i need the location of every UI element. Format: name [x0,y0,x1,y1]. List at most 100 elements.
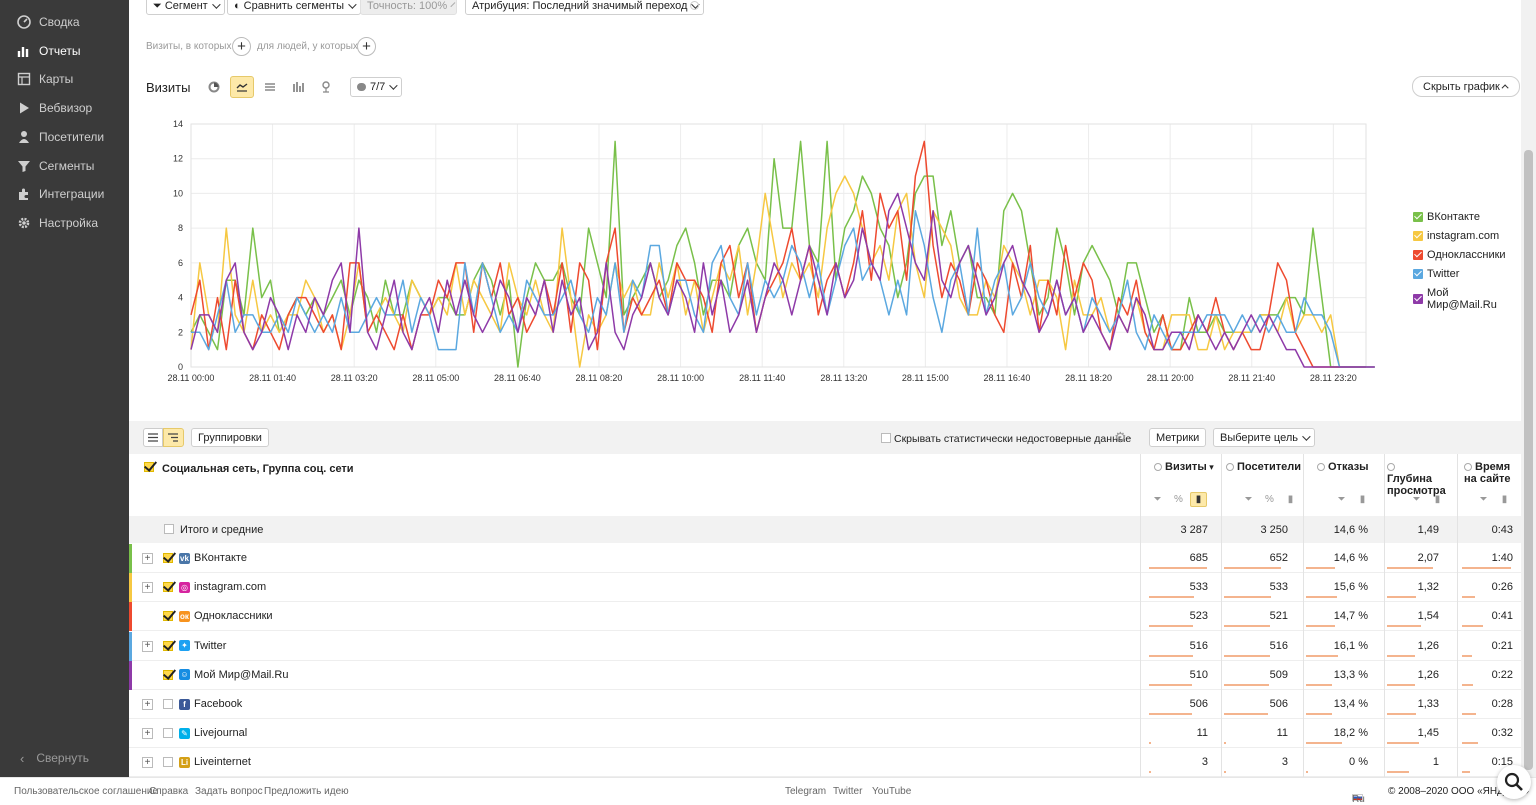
legend-item[interactable]: instagram.com [1413,230,1499,242]
metric-header[interactable]: Посетители [1226,461,1301,473]
filter-icon[interactable]: ⏷ [1475,492,1492,507]
series-line-2[interactable] [190,140,1366,368]
filter-icon[interactable]: ⏷ [1408,492,1425,507]
metric-header[interactable]: Визиты ▾ [1154,461,1229,473]
row-dimension[interactable]: ☺ Мой Мир@Mail.Ru [179,669,288,681]
gear-icon[interactable]: ⚙ [1114,429,1127,446]
row-checkbox[interactable] [163,669,173,680]
metric-radio[interactable] [1226,463,1234,471]
area-chart-icon[interactable] [258,76,282,98]
goal-select[interactable]: Выберите цель [1213,428,1315,447]
expand-row-button[interactable]: + [142,582,153,594]
bar-chart-icon[interactable]: ▮ [1190,492,1207,507]
sidebar-item-1[interactable]: Отчеты [0,37,129,65]
row-dimension[interactable]: ✎ Livejournal [179,727,247,739]
percent-icon[interactable]: % [1261,492,1278,507]
search-button[interactable] [1497,765,1531,799]
list-view-icon[interactable] [143,428,163,447]
row-dimension[interactable]: ◎ instagram.com [179,581,266,593]
pie-chart-icon[interactable] [202,76,226,98]
footer-link[interactable]: Задать вопрос [195,786,263,797]
expand-row-button[interactable]: + [142,553,153,564]
add-visit-condition-button[interactable]: + [232,37,251,56]
line-chart-icon[interactable] [230,76,254,98]
percent-icon[interactable]: % [1170,492,1187,507]
footer-link[interactable]: Предложить идею [264,786,349,797]
map-pin-icon[interactable] [314,76,338,98]
filter-icon[interactable]: ⏷ [1240,492,1257,507]
metric-radio[interactable] [1387,463,1395,471]
page-scrollbar[interactable] [1521,0,1536,777]
legend-checkbox[interactable] [1413,212,1423,222]
legend-item[interactable]: Twitter [1413,268,1459,280]
hide-chart-button[interactable]: Скрыть график [1412,76,1520,97]
filter-icon[interactable]: ⏷ [1333,492,1350,507]
expand-row-button[interactable]: + [142,699,153,710]
attribution-select[interactable]: Атрибуция: Последний значимый переход [465,0,705,15]
metric-header[interactable]: Отказы [1317,461,1392,473]
bar-chart-icon[interactable]: ▮ [1496,492,1513,507]
legend-checkbox[interactable] [1413,269,1423,279]
compare-segments-button[interactable]: ◐ Сравнить сегменты [227,0,362,15]
table-row[interactable]: + ✦ Twitter 516 516 16,1 % 1,26 0:21 [129,631,1521,661]
legend-checkbox[interactable] [1413,250,1423,260]
table-row[interactable]: + vk ВКонтакте 685 652 14,6 % 2,07 1:40 [129,544,1521,573]
legend-item[interactable]: Мой Мир@Mail.Ru [1413,287,1521,311]
series-line-4[interactable] [190,192,1375,368]
bar-chart-icon[interactable]: ▮ [1429,492,1446,507]
row-checkbox[interactable] [163,728,173,739]
expand-row-button[interactable]: + [142,728,153,740]
groupings-button[interactable]: Группировки [191,428,269,447]
sidebar-item-0[interactable]: Сводка [0,8,129,36]
accuracy-select[interactable]: Точность: 100% [360,0,457,15]
select-all-checkbox[interactable] [144,462,154,472]
sidebar-item-4[interactable]: Посетители [0,123,129,151]
row-checkbox[interactable] [163,553,173,563]
footer-social-link[interactable]: Twitter [833,786,862,797]
series-select[interactable]: 7/7 [350,77,403,97]
totals-checkbox[interactable] [164,524,174,534]
footer-social-link[interactable]: YouTube [872,786,911,797]
table-row[interactable]: + ◎ instagram.com 533 533 15,6 % 1,32 0:26 [129,573,1521,603]
metric-radio[interactable] [1317,463,1325,471]
legend-item[interactable]: Одноклассники [1413,249,1506,261]
legend-checkbox[interactable] [1413,294,1423,304]
expand-row-button[interactable]: + [142,757,153,769]
row-dimension[interactable]: Li Liveinternet [179,756,251,768]
tree-view-icon[interactable] [163,428,184,447]
row-checkbox[interactable] [163,582,173,593]
row-checkbox[interactable] [163,640,173,651]
table-row[interactable]: ок Одноклассники 523 521 14,7 % 1,54 0:41 [129,602,1521,632]
row-dimension[interactable]: ок Одноклассники [179,610,273,622]
table-row[interactable]: + Li Liveinternet 3 3 0 % 1 0:15 [129,748,1521,777]
sidebar-item-7[interactable]: Настройка [0,209,129,237]
row-checkbox[interactable] [163,611,173,622]
hide-unreliable-checkbox[interactable] [881,433,891,443]
row-checkbox[interactable] [163,757,173,768]
series-line-1[interactable] [190,175,1375,368]
add-people-condition-button[interactable]: + [357,37,376,56]
segment-button[interactable]: ⏷ Сегмент [146,0,225,15]
table-row[interactable]: ☺ Мой Мир@Mail.Ru 510 509 13,3 % 1,26 0:22 [129,660,1521,690]
sidebar-item-6[interactable]: Интеграции [0,180,129,208]
row-checkbox[interactable] [163,699,173,709]
row-dimension[interactable]: ✦ Twitter [179,640,226,652]
metric-radio[interactable] [1154,463,1162,471]
bar-chart-icon[interactable] [286,76,310,98]
bar-chart-icon[interactable]: ▮ [1354,492,1371,507]
info-icon[interactable] [690,1,699,10]
legend-checkbox[interactable] [1413,231,1423,241]
sidebar-item-2[interactable]: Карты [0,65,129,93]
footer-social-link[interactable]: Telegram [785,786,826,797]
expand-row-button[interactable]: + [142,640,153,652]
scrollbar-thumb[interactable] [1524,150,1533,770]
filter-icon[interactable]: ⏷ [1149,492,1166,507]
series-line-0[interactable] [190,140,1366,368]
row-dimension[interactable]: vk ВКонтакте [179,552,247,564]
bar-chart-icon[interactable]: ▮ [1282,492,1299,507]
metric-header[interactable]: Время на сайте [1464,461,1519,485]
table-row[interactable]: + f Facebook 506 506 13,4 % 1,33 0:28 [129,690,1521,719]
sidebar-item-5[interactable]: Сегменты [0,152,129,180]
table-row[interactable]: + ✎ Livejournal 11 11 18,2 % 1,45 0:32 [129,719,1521,749]
sidebar-item-3[interactable]: Вебвизор [0,94,129,122]
